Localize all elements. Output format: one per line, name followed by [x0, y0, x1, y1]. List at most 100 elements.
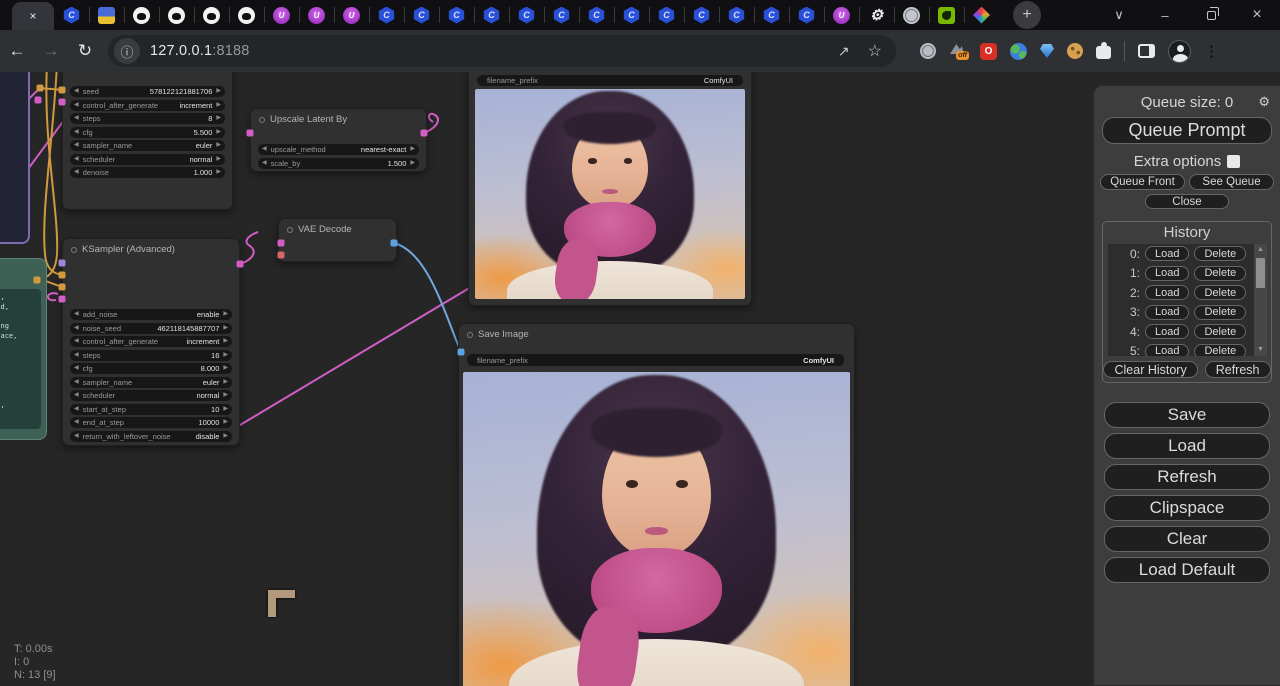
history-scrollbar[interactable]: ▲ ▼	[1254, 244, 1267, 356]
history-delete-button[interactable]: Delete	[1194, 344, 1246, 356]
pinned-tab[interactable]	[544, 0, 579, 30]
address-bar[interactable]: ⓘ 127.0.0.1:8188 ↗ ☆	[108, 35, 896, 67]
node-widget[interactable]: cfg 8.000	[70, 363, 232, 374]
node-widget[interactable]: denoise 1.000	[70, 167, 225, 178]
node-widget[interactable]: steps 16	[70, 350, 232, 361]
history-load-button[interactable]: Load	[1145, 246, 1189, 261]
increment-arrow-icon[interactable]	[223, 323, 228, 334]
forward-button[interactable]: →	[34, 41, 68, 61]
input-slot[interactable]	[59, 99, 66, 106]
history-delete-button[interactable]: Delete	[1194, 324, 1246, 339]
back-button[interactable]: ←	[0, 41, 34, 61]
output-slot[interactable]	[37, 85, 44, 92]
node-widget[interactable]: scheduler normal	[70, 154, 225, 165]
restore-button[interactable]	[1188, 8, 1234, 23]
decrement-arrow-icon[interactable]	[74, 417, 79, 428]
pinned-tab[interactable]	[474, 0, 509, 30]
scroll-up-icon[interactable]: ▲	[1257, 244, 1264, 256]
scrollbar-thumb[interactable]	[1256, 258, 1265, 288]
pinned-tab[interactable]	[264, 0, 299, 30]
increment-arrow-icon[interactable]	[410, 158, 415, 169]
node-canvas[interactable]: iling ile, ”, soft , RAW, urred h the le…	[0, 72, 1280, 686]
node-widget[interactable]: noise_seed 462118145887707	[70, 323, 232, 334]
pinned-tab[interactable]	[859, 0, 894, 30]
collapse-dot-icon[interactable]	[287, 227, 293, 233]
url-text[interactable]: 127.0.0.1:8188	[150, 43, 250, 59]
node-widget[interactable]: cfg 5.500	[70, 127, 225, 138]
increment-arrow-icon[interactable]	[216, 127, 221, 138]
decrement-arrow-icon[interactable]	[262, 158, 267, 169]
increment-arrow-icon[interactable]	[216, 167, 221, 178]
negative-prompt-node[interactable]: ve:0.5], utilated, limbs, , missing , ne…	[0, 258, 47, 440]
preview-image-node[interactable]: filename_prefix ComfyUI	[468, 72, 752, 306]
input-slot[interactable]	[59, 87, 66, 94]
queue-front-button[interactable]: Queue Front	[1100, 174, 1185, 190]
output-slot[interactable]	[34, 277, 41, 284]
increment-arrow-icon[interactable]	[223, 417, 228, 428]
samples-input-slot[interactable]	[247, 130, 254, 137]
decrement-arrow-icon[interactable]	[74, 336, 79, 347]
tab-close-icon[interactable]: ×	[29, 9, 36, 23]
negative-prompt-text[interactable]: ve:0.5], utilated, limbs, , missing , ne…	[0, 289, 41, 429]
pinned-tab[interactable]	[404, 0, 439, 30]
increment-arrow-icon[interactable]	[223, 309, 228, 320]
node-widget[interactable]: control_after_generate increment	[70, 336, 232, 347]
decrement-arrow-icon[interactable]	[74, 127, 79, 138]
node-widget[interactable]: end_at_step 10000	[70, 417, 232, 428]
pinned-tab[interactable]	[159, 0, 194, 30]
minimize-button[interactable]: –	[1142, 8, 1188, 23]
latent-output-slot[interactable]	[237, 261, 244, 268]
blocker-off-extension-icon[interactable]: off	[949, 42, 967, 60]
node-widget[interactable]: return_with_leftover_noise disable	[70, 431, 232, 442]
collapse-dot-icon[interactable]	[71, 247, 77, 253]
pinned-tab[interactable]	[54, 0, 89, 30]
pinned-tab[interactable]	[964, 0, 999, 30]
load-button[interactable]: Load	[1104, 433, 1270, 459]
pinned-tab[interactable]	[824, 0, 859, 30]
see-queue-button[interactable]: See Queue	[1189, 174, 1274, 190]
load-default-button[interactable]: Load Default	[1104, 557, 1270, 583]
side-panel-icon[interactable]	[1138, 44, 1155, 58]
pinned-tab[interactable]	[929, 0, 964, 30]
node-widget[interactable]: sampler_name euler	[70, 140, 225, 151]
latent-output-slot[interactable]	[421, 130, 428, 137]
scroll-down-icon[interactable]: ▼	[1257, 344, 1264, 356]
extensions-puzzle-icon[interactable]	[1096, 46, 1111, 59]
pinned-tab[interactable]	[614, 0, 649, 30]
settings-gear-icon[interactable]: ⚙	[1258, 94, 1270, 110]
increment-arrow-icon[interactable]	[216, 113, 221, 124]
collapse-dot-icon[interactable]	[259, 117, 265, 123]
node-widget[interactable]: start_at_step 10	[70, 404, 232, 415]
history-load-button[interactable]: Load	[1145, 344, 1189, 356]
clear-button[interactable]: Clear	[1104, 526, 1270, 552]
node-widget[interactable]: scheduler normal	[70, 390, 232, 401]
decrement-arrow-icon[interactable]	[74, 390, 79, 401]
decrement-arrow-icon[interactable]	[74, 363, 79, 374]
decrement-arrow-icon[interactable]	[74, 154, 79, 165]
vae-decode-node[interactable]: VAE Decode	[278, 218, 397, 262]
ksampler-advanced-node[interactable]: KSampler (Advanced) add_noise enable noi…	[62, 238, 240, 446]
node-widget[interactable]: steps 8	[70, 113, 225, 124]
pinned-tab[interactable]	[229, 0, 264, 30]
close-button[interactable]: Close	[1145, 194, 1229, 209]
new-tab-button[interactable]: +	[1013, 1, 1041, 29]
increment-arrow-icon[interactable]	[216, 100, 221, 111]
globe-extension-icon[interactable]	[920, 43, 936, 59]
pinned-tab[interactable]	[684, 0, 719, 30]
output-slot[interactable]	[35, 97, 42, 104]
active-tab[interactable]: ×	[12, 2, 54, 30]
decrement-arrow-icon[interactable]	[74, 323, 79, 334]
decrement-arrow-icon[interactable]	[74, 377, 79, 388]
positive-prompt-node[interactable]: iling ile, ”, soft , RAW, urred h the le…	[0, 72, 30, 244]
clear-history-button[interactable]: Clear History	[1103, 361, 1197, 378]
ksampler-node[interactable]: seed 578122121881706 control_after_gener…	[62, 72, 233, 210]
upscale-latent-node[interactable]: Upscale Latent By upscale_method nearest…	[250, 108, 427, 172]
pinned-tab[interactable]	[334, 0, 369, 30]
node-widget[interactable]: sampler_name euler	[70, 377, 232, 388]
history-delete-button[interactable]: Delete	[1194, 285, 1246, 300]
pinned-tab[interactable]	[124, 0, 159, 30]
increment-arrow-icon[interactable]	[223, 377, 228, 388]
decrement-arrow-icon[interactable]	[74, 167, 79, 178]
increment-arrow-icon[interactable]	[410, 144, 415, 155]
share-icon[interactable]: ↗	[838, 43, 850, 60]
